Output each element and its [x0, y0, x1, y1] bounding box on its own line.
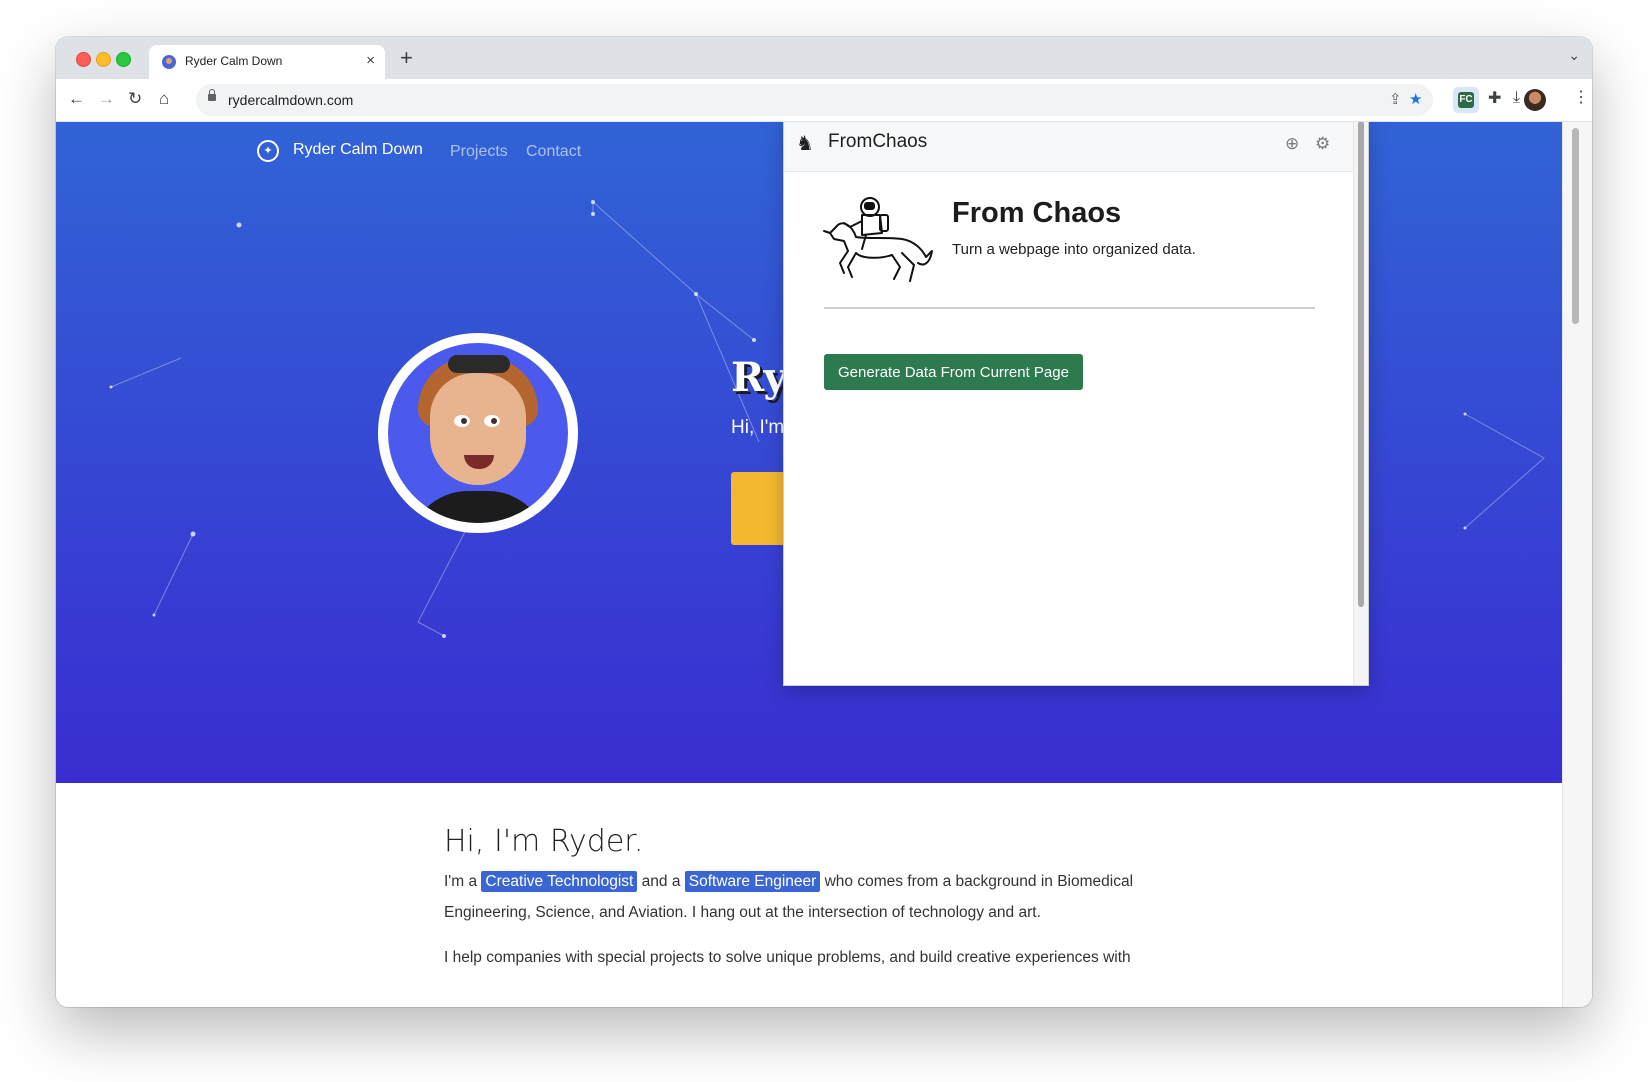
- popup-tagline: Turn a webpage into organized data.: [952, 241, 1196, 258]
- tab-search-button[interactable]: ⌄: [1568, 47, 1580, 64]
- close-window-button[interactable]: [76, 52, 91, 67]
- new-tab-button[interactable]: +: [400, 45, 413, 71]
- popup-divider: [824, 307, 1315, 309]
- highlight-software-engineer: Software Engineer: [684, 871, 821, 892]
- extensions-puzzle-icon[interactable]: ✚: [1488, 89, 1501, 109]
- share-icon[interactable]: ⇪: [1389, 90, 1402, 108]
- back-icon[interactable]: ←: [68, 89, 85, 109]
- popup-scrollbar[interactable]: [1353, 122, 1368, 685]
- about-paragraph-2: I help companies with special projects t…: [444, 949, 1131, 966]
- about-paragraph: I'm a Creative Technologist and a Softwa…: [444, 866, 1164, 928]
- site-brand[interactable]: Ryder Calm Down: [293, 141, 423, 159]
- lock-icon[interactable]: [208, 89, 216, 101]
- browser-window: Ryder Calm Down × + ⌄ ← → ↻ ⌂ rydercalmd…: [56, 37, 1592, 1007]
- page-scrollbar-thumb[interactable]: [1572, 128, 1579, 324]
- browser-toolbar: ← → ↻ ⌂ rydercalmdown.com ⇪ ★ FC ✚ ⤓ ⋮: [56, 79, 1592, 122]
- generate-data-button[interactable]: Generate Data From Current Page: [824, 354, 1083, 390]
- tab-strip: Ryder Calm Down × + ⌄: [56, 37, 1592, 79]
- about-text: I'm a: [444, 873, 478, 890]
- site-logo-icon[interactable]: ✦: [257, 140, 279, 162]
- reload-icon[interactable]: ↻: [128, 89, 142, 109]
- tab-title: Ryder Calm Down: [185, 54, 283, 68]
- browser-menu-icon[interactable]: ⋮: [1573, 88, 1589, 108]
- popup-heading: From Chaos: [952, 197, 1122, 229]
- popup-header: ♞ FromChaos ⊕ ⚙: [784, 122, 1354, 172]
- fromchaos-extension-icon: FC: [1458, 92, 1474, 108]
- home-icon[interactable]: ⌂: [159, 89, 169, 109]
- site-favicon-icon: [162, 55, 176, 69]
- url-text[interactable]: rydercalmdown.com: [228, 92, 353, 108]
- page-scrollbar[interactable]: [1562, 122, 1592, 1007]
- bookmark-star-icon[interactable]: ★: [1409, 90, 1422, 108]
- fromchaos-extension-popup: ♞ FromChaos ⊕ ⚙ From Chaos Turn a webpag…: [783, 122, 1369, 686]
- popup-title: FromChaos: [828, 131, 928, 152]
- zoom-window-button[interactable]: [116, 52, 131, 67]
- astronaut-horse-logo-icon: ♞: [796, 133, 814, 155]
- forward-icon[interactable]: →: [98, 89, 115, 109]
- highlight-creative-technologist: Creative Technologist: [481, 871, 638, 892]
- popup-scrollbar-thumb[interactable]: [1358, 122, 1364, 607]
- profile-avatar[interactable]: [1524, 89, 1546, 111]
- nav-link-projects[interactable]: Projects: [450, 143, 508, 161]
- browser-tab[interactable]: Ryder Calm Down ×: [149, 45, 385, 79]
- about-text: and a: [641, 873, 681, 890]
- about-section: Hi, I'm Ryder. I'm a Creative Technologi…: [444, 822, 1164, 973]
- tab-close-icon[interactable]: ×: [366, 52, 375, 70]
- astronaut-riding-horse-illustration: [823, 197, 933, 282]
- address-bar[interactable]: rydercalmdown.com ⇪ ★: [196, 84, 1433, 116]
- fromchaos-extension-button[interactable]: FC: [1453, 87, 1479, 113]
- minimize-window-button[interactable]: [96, 52, 111, 67]
- download-icon[interactable]: ⤓: [1513, 88, 1520, 108]
- settings-gear-icon[interactable]: ⚙: [1315, 134, 1330, 154]
- page-viewport: ✦ Ryder Calm Down Projects Contact Ryder…: [56, 122, 1592, 1007]
- add-circle-icon[interactable]: ⊕: [1285, 134, 1299, 154]
- nav-link-contact[interactable]: Contact: [526, 143, 581, 161]
- profile-photo: [378, 333, 578, 533]
- about-heading: Hi, I'm Ryder.: [444, 824, 644, 859]
